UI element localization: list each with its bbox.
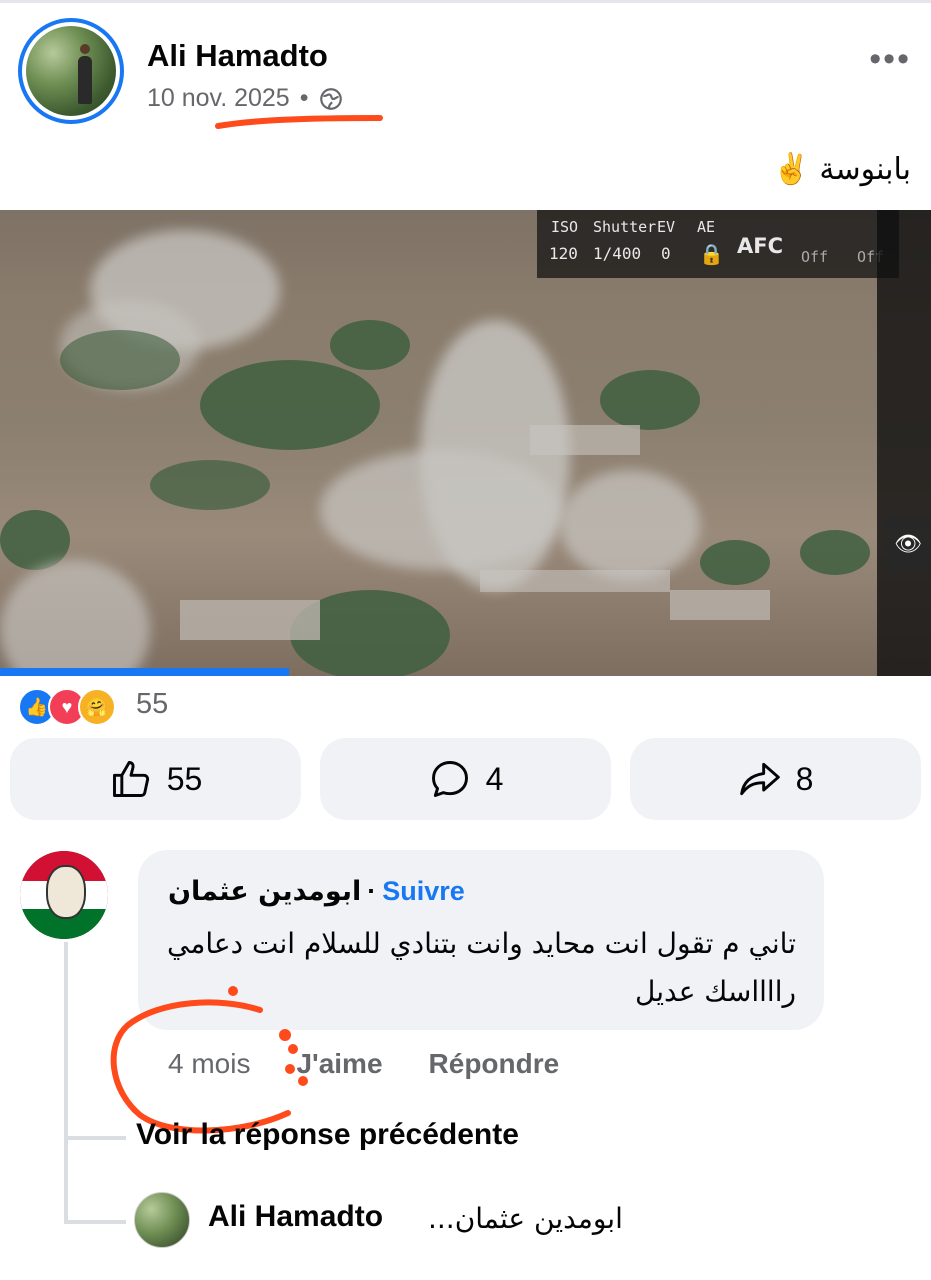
comment-count: 4 — [485, 760, 504, 797]
video-progress-bar[interactable] — [0, 668, 289, 676]
hud-iso-label: ISO — [551, 218, 579, 236]
follow-link[interactable]: Suivre — [382, 876, 465, 907]
hud-ev-value: 0 — [661, 244, 671, 263]
hud-iso-value: 120 — [549, 244, 578, 263]
date-underline-annotation — [215, 115, 383, 129]
comment-icon — [431, 761, 468, 797]
care-reaction-icon: 🤗 — [78, 688, 116, 726]
reply-author-name[interactable]: Ali Hamadto — [208, 1200, 383, 1234]
hud-ev-label: EV — [657, 218, 676, 236]
comment-reply-button[interactable]: Répondre — [429, 1048, 560, 1080]
like-button[interactable]: 55 — [10, 738, 301, 820]
top-divider — [0, 0, 931, 3]
video-side-panel — [877, 210, 931, 676]
comment-button[interactable]: 4 — [320, 738, 611, 820]
reply-author-avatar[interactable] — [134, 1192, 190, 1248]
share-count: 8 — [795, 760, 814, 797]
comment-header: ابومدين عثمان · Suivre — [168, 876, 465, 907]
eye-icon[interactable]: 👁 — [886, 515, 930, 573]
view-previous-reply-link[interactable]: Voir la réponse précédente — [136, 1118, 519, 1152]
thread-line — [64, 942, 68, 1224]
thread-branch-2 — [64, 1220, 126, 1224]
camera-hud: ISO 120 Shutter 1/400 EV 0 AE 🔒 AFC Off … — [537, 210, 899, 278]
lock-icon: 🔒 — [699, 242, 724, 266]
hud-off-1: Off — [801, 248, 829, 266]
author-avatar[interactable] — [26, 26, 116, 116]
share-arrow-icon — [739, 762, 780, 796]
hud-shutter-label: Shutter — [593, 218, 657, 236]
thumbs-up-icon — [112, 761, 149, 797]
reply-snippet[interactable]: ابومدين عثمان... — [428, 1202, 623, 1235]
share-button[interactable]: 8 — [630, 738, 921, 820]
post-video[interactable] — [0, 210, 931, 676]
hud-mode: AFC — [737, 234, 784, 258]
commenter-name[interactable]: ابومدين عثمان — [168, 876, 361, 907]
reaction-count[interactable]: 55 — [136, 688, 168, 721]
more-options-icon[interactable]: ••• — [869, 40, 911, 79]
post-caption: بابنوسة ✌️ — [772, 152, 911, 187]
comment-dot: · — [367, 876, 377, 906]
hud-ae-label: AE — [697, 218, 716, 236]
commenter-avatar[interactable] — [20, 851, 108, 939]
reaction-icons[interactable]: 👍 ♥ 🤗 — [18, 688, 116, 726]
like-count: 55 — [166, 760, 203, 797]
hud-shutter-value: 1/400 — [593, 244, 642, 263]
author-name[interactable]: Ali Hamadto — [147, 38, 328, 74]
